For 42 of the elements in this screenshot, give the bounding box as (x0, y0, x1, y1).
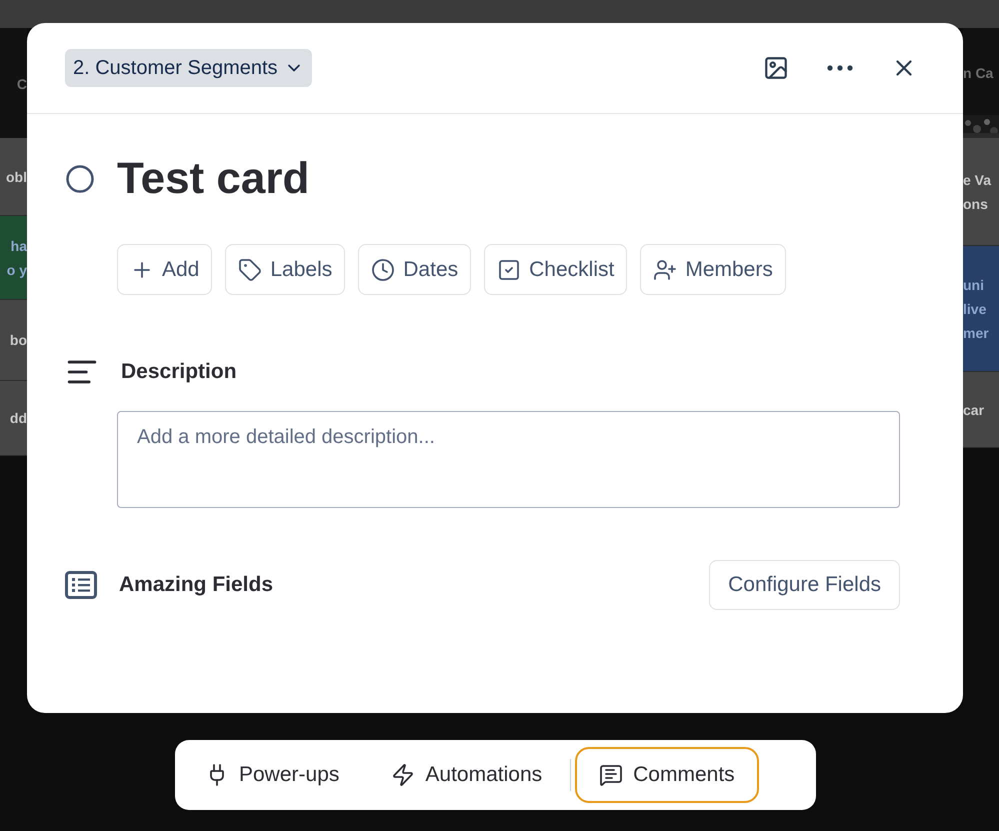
list-title: C (16, 76, 27, 92)
card-text: obl (6, 168, 27, 186)
list-card[interactable]: uni live mer (963, 246, 999, 372)
card-text: car (963, 400, 984, 420)
tag-icon (238, 258, 262, 282)
section-title: Description (121, 360, 237, 384)
cover-image-icon (763, 55, 789, 81)
section-title: Amazing Fields (119, 573, 274, 597)
card-text: uni (963, 276, 984, 294)
action-button[interactable]: Checklist (484, 244, 628, 295)
toolbar-button[interactable]: Comments (575, 747, 759, 803)
checkbox-icon (497, 258, 522, 282)
list-card[interactable]: e Va ons (963, 138, 999, 246)
card-text: bo (10, 331, 27, 350)
card-text: o y (6, 260, 27, 280)
clock-icon (371, 258, 396, 282)
card-text: ha (10, 236, 27, 256)
action-button[interactable]: Add (117, 244, 212, 295)
list-card[interactable]: dd (0, 381, 27, 456)
description-field[interactable]: Add a more detailed description... (117, 411, 900, 508)
card-text: dd (10, 409, 27, 428)
more-icon (827, 65, 853, 71)
list-card[interactable]: obl (0, 138, 27, 216)
list-title: n Ca (963, 64, 994, 80)
action-button[interactable]: Members (640, 244, 786, 295)
configure-button[interactable]: Configure Fields (709, 560, 900, 610)
add-person-icon (653, 258, 678, 282)
card-text: mer (963, 324, 989, 342)
action-button[interactable]: Labels (225, 244, 346, 295)
comment-icon (599, 763, 624, 787)
list-card[interactable]: ha o y (0, 216, 27, 300)
list-card[interactable]: car (963, 372, 999, 448)
complete-toggle[interactable] (65, 164, 95, 194)
lightning-icon (391, 763, 416, 787)
card-text: live (963, 300, 986, 318)
list-dropdown[interactable]: 2. Customer Segments (65, 49, 312, 87)
card-title[interactable]: Test card (117, 154, 310, 204)
action-button[interactable]: Dates (358, 244, 472, 295)
list-card[interactable]: bo (0, 300, 27, 381)
list-icon (65, 571, 97, 599)
card-text: e Va (963, 170, 992, 190)
card-text: ons (963, 194, 988, 214)
